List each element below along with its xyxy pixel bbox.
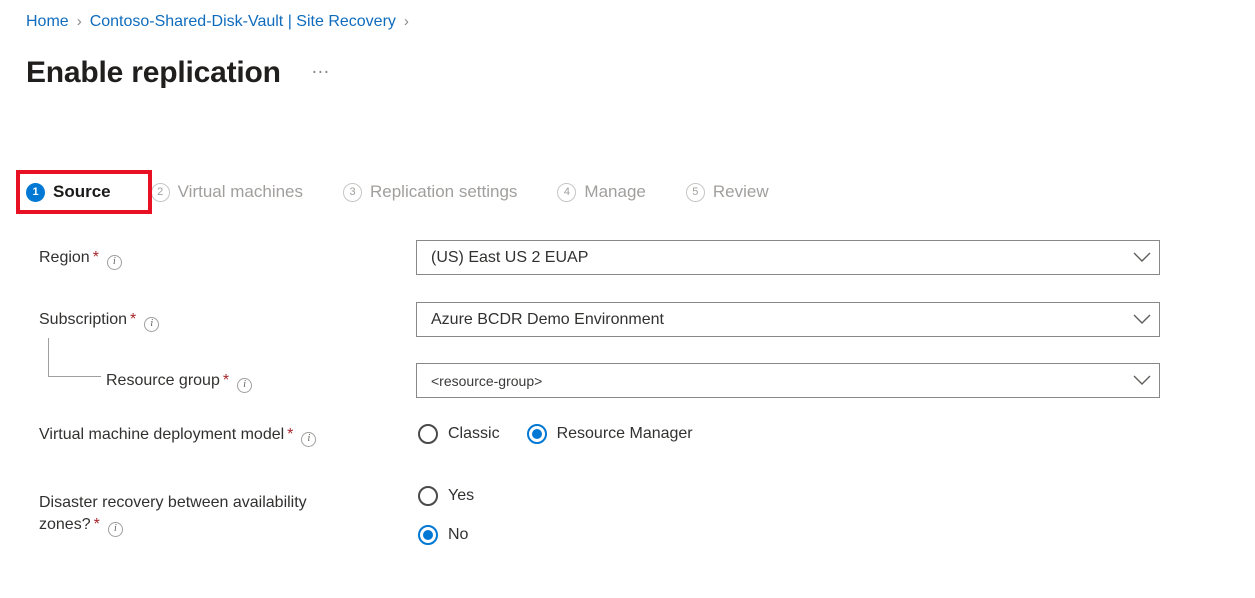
region-label: Region * i xyxy=(39,247,122,270)
tree-connector-line xyxy=(48,338,101,377)
page-header: Enable replication … xyxy=(26,54,331,92)
breadcrumb-item-home[interactable]: Home xyxy=(26,12,69,32)
radio-label: Yes xyxy=(448,487,475,504)
radio-indicator xyxy=(418,486,438,506)
step-number-badge: 4 xyxy=(557,182,577,202)
wizard-step-tabs: 1 Source 2 Virtual machines 3 Replicatio… xyxy=(26,176,769,208)
breadcrumb-separator-icon: › xyxy=(403,13,409,30)
chevron-down-icon xyxy=(1125,252,1159,263)
deployment-model-label: Virtual machine deployment model * i xyxy=(39,424,317,447)
required-asterisk: * xyxy=(222,372,230,389)
availability-zones-label-line1: Disaster recovery between availability xyxy=(39,494,307,511)
radio-indicator xyxy=(526,424,547,444)
region-value: (US) East US 2 EUAP xyxy=(431,248,589,266)
tab-label: Replication settings xyxy=(370,182,518,201)
availability-zones-radio-group: Yes No xyxy=(418,486,474,545)
radio-option-no[interactable]: No xyxy=(418,525,468,545)
breadcrumb-item-vault[interactable]: Contoso-Shared-Disk-Vault | Site Recover… xyxy=(90,12,396,32)
radio-label: No xyxy=(448,526,469,543)
info-icon[interactable]: i xyxy=(106,254,122,270)
tab-virtual-machines[interactable]: 2 Virtual machines xyxy=(150,176,303,208)
radio-label: Resource Manager xyxy=(556,425,693,442)
deployment-model-radio-group: Classic Resource Manager xyxy=(418,424,693,444)
tab-label: Virtual machines xyxy=(177,182,303,201)
required-asterisk: * xyxy=(130,311,137,328)
tab-label: Review xyxy=(712,182,769,201)
resource-group-value: <resource-group> xyxy=(431,372,543,389)
tab-manage[interactable]: 4 Manage xyxy=(557,176,646,208)
radio-indicator xyxy=(418,525,438,545)
radio-label: Classic xyxy=(448,425,500,442)
required-asterisk: * xyxy=(92,249,99,266)
breadcrumb: Home › Contoso-Shared-Disk-Vault | Site … xyxy=(26,12,417,32)
tab-review[interactable]: 5 Review xyxy=(685,176,769,208)
required-asterisk: * xyxy=(287,426,294,443)
region-dropdown[interactable]: (US) East US 2 EUAP xyxy=(416,240,1160,275)
subscription-value: Azure BCDR Demo Environment xyxy=(431,310,664,328)
step-number-badge: 1 xyxy=(26,182,45,202)
info-icon[interactable]: i xyxy=(144,316,160,332)
subscription-label: Subscription * i xyxy=(39,309,160,332)
info-icon[interactable]: i xyxy=(237,377,253,393)
page-title: Enable replication xyxy=(26,56,281,89)
resource-group-label: Resource group * i xyxy=(106,370,253,393)
radio-option-resource-manager[interactable]: Resource Manager xyxy=(526,424,693,444)
step-number-badge: 2 xyxy=(150,182,170,202)
tab-label: Source xyxy=(53,182,111,201)
availability-zones-label: Disaster recovery between availability z… xyxy=(39,492,379,537)
subscription-dropdown[interactable]: Azure BCDR Demo Environment xyxy=(416,302,1160,337)
more-options-icon[interactable]: … xyxy=(311,58,331,85)
tab-label: Manage xyxy=(584,182,646,201)
step-number-badge: 5 xyxy=(685,182,705,202)
info-icon[interactable]: i xyxy=(107,521,123,537)
availability-zones-label-line2: zones? xyxy=(39,516,91,533)
breadcrumb-separator-icon: › xyxy=(76,13,82,30)
tab-replication-settings[interactable]: 3 Replication settings xyxy=(343,176,517,208)
required-asterisk: * xyxy=(93,516,100,533)
chevron-down-icon xyxy=(1125,375,1159,386)
resource-group-dropdown[interactable]: <resource-group> xyxy=(416,363,1160,398)
step-number-badge: 3 xyxy=(343,182,362,202)
radio-option-classic[interactable]: Classic xyxy=(418,424,500,444)
chevron-down-icon xyxy=(1125,314,1159,325)
tab-source[interactable]: 1 Source xyxy=(26,176,111,208)
info-icon[interactable]: i xyxy=(301,431,317,447)
radio-indicator xyxy=(418,424,438,444)
radio-option-yes[interactable]: Yes xyxy=(418,486,474,506)
